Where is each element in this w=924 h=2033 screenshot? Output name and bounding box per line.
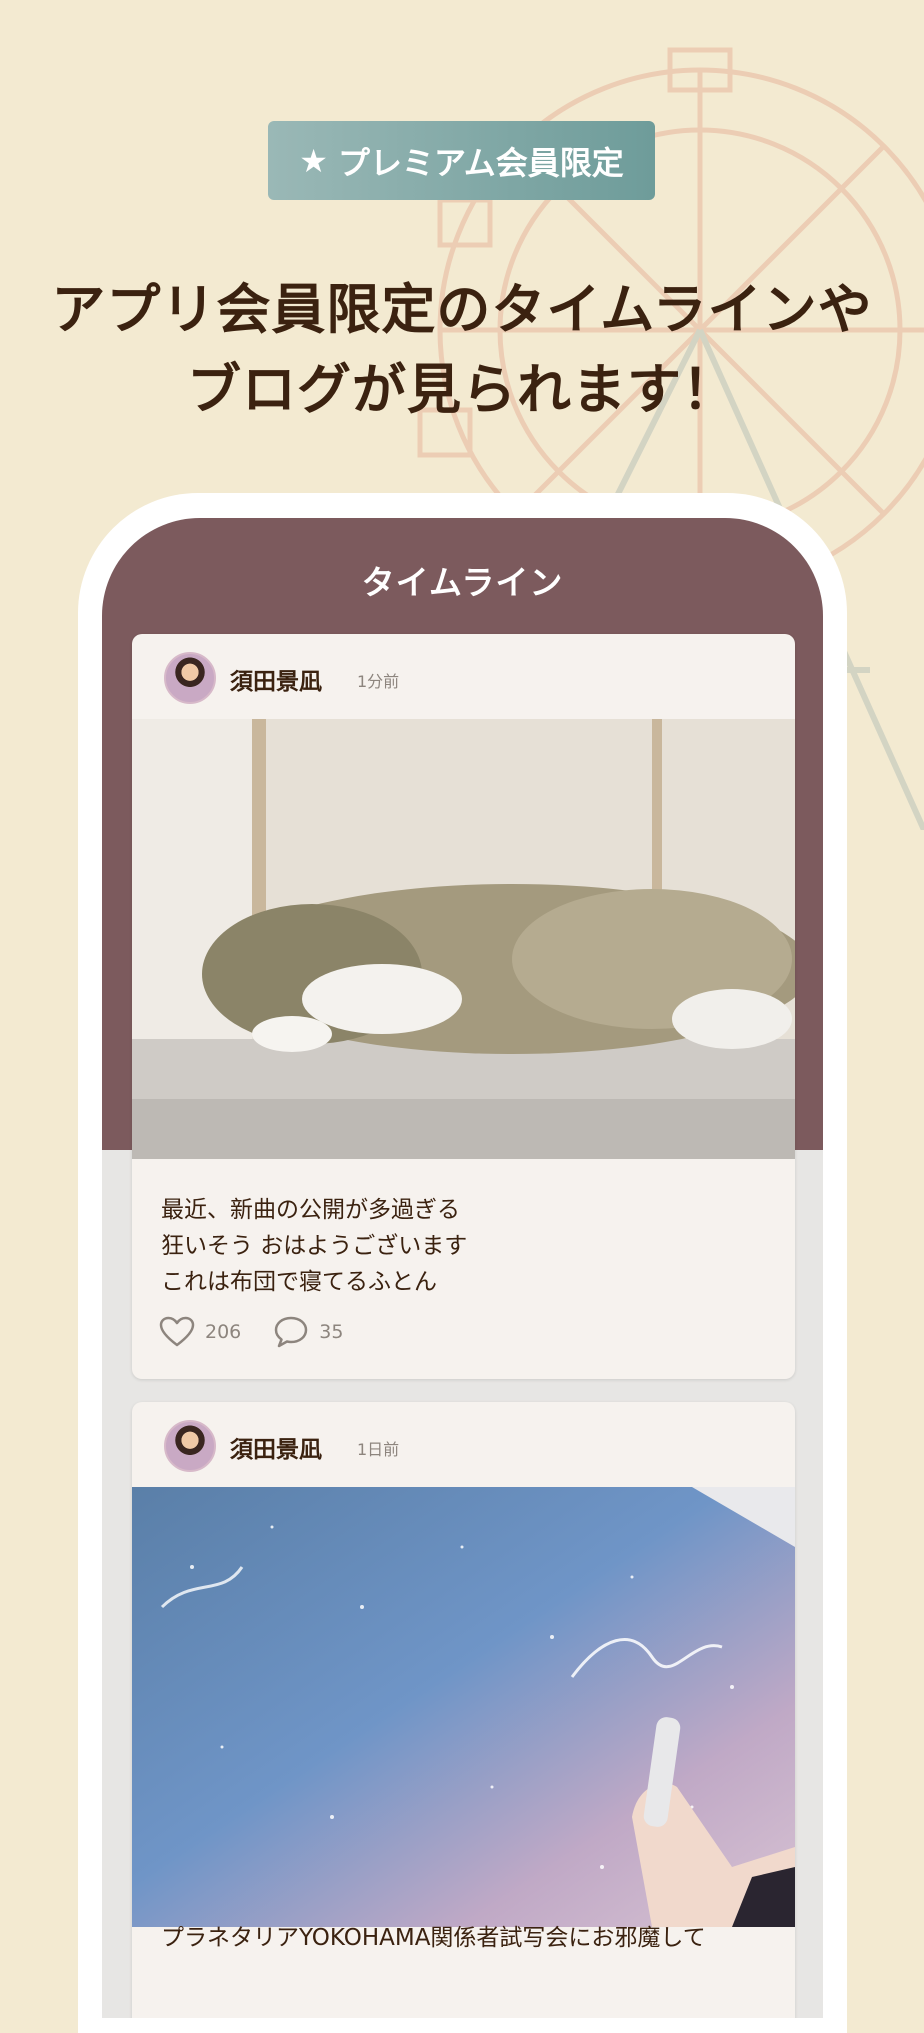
timeline-post[interactable]: 須田景凪 1分前 最近、新曲の公開が多過ぎる 狂いそう おはようございます これ… [132,634,795,1379]
like-button[interactable]: 206 [159,1316,241,1348]
post-text-line: これは布団で寝てるふとん [161,1269,437,1295]
sleeping-cat-photo[interactable] [132,719,795,1159]
screen-title: タイムライン [361,563,564,602]
premium-badge: ★ プレミアム会員限定 [268,121,655,200]
starry-sky-autograph-photo[interactable] [132,1487,795,1927]
comment-count: 35 [319,1321,344,1343]
avatar[interactable] [164,652,216,704]
post-header: 須田景凪 1分前 [132,634,795,719]
comment-button[interactable]: 35 [273,1315,343,1349]
timeline-post[interactable]: 須田景凪 1日前 プラネタリアYOKOHAMA関係者試写会にお邪魔して [132,1402,795,2018]
headline-line-1: アプリ会員限定のタイムラインや [51,278,873,341]
post-header: 須田景凪 1日前 [132,1402,795,1487]
badge-label: プレミアム会員限定 [337,143,624,182]
star-icon: ★ [299,141,328,180]
headline: アプリ会員限定のタイムラインや ブログが見られます！ [0,270,924,430]
post-timestamp: 1日前 [357,1440,400,1459]
post-text-line: プラネタリアYOKOHAMA関係者試写会にお邪魔して [161,1925,706,1951]
post-actions: 206 35 [159,1314,375,1350]
post-text-line: 狂いそう おはようございます [161,1233,468,1259]
heart-icon [159,1316,195,1347]
headline-line-2: ブログが見られます！ [187,358,737,421]
like-count: 206 [205,1321,242,1343]
avatar[interactable] [164,1420,216,1472]
post-username[interactable]: 須田景凪 [230,662,322,696]
post-timestamp: 1分前 [357,672,400,691]
comment-icon [275,1316,308,1348]
phone-screen: タイムライン 須田景凪 1分前 最近、新曲の公開が多過ぎる 狂いそう おはようご… [102,518,823,2018]
post-text-line: 最近、新曲の公開が多過ぎる [161,1197,460,1223]
post-username[interactable]: 須田景凪 [230,1430,322,1464]
post-text: 最近、新曲の公開が多過ぎる 狂いそう おはようございます これは布団で寝てるふと… [161,1192,761,1300]
